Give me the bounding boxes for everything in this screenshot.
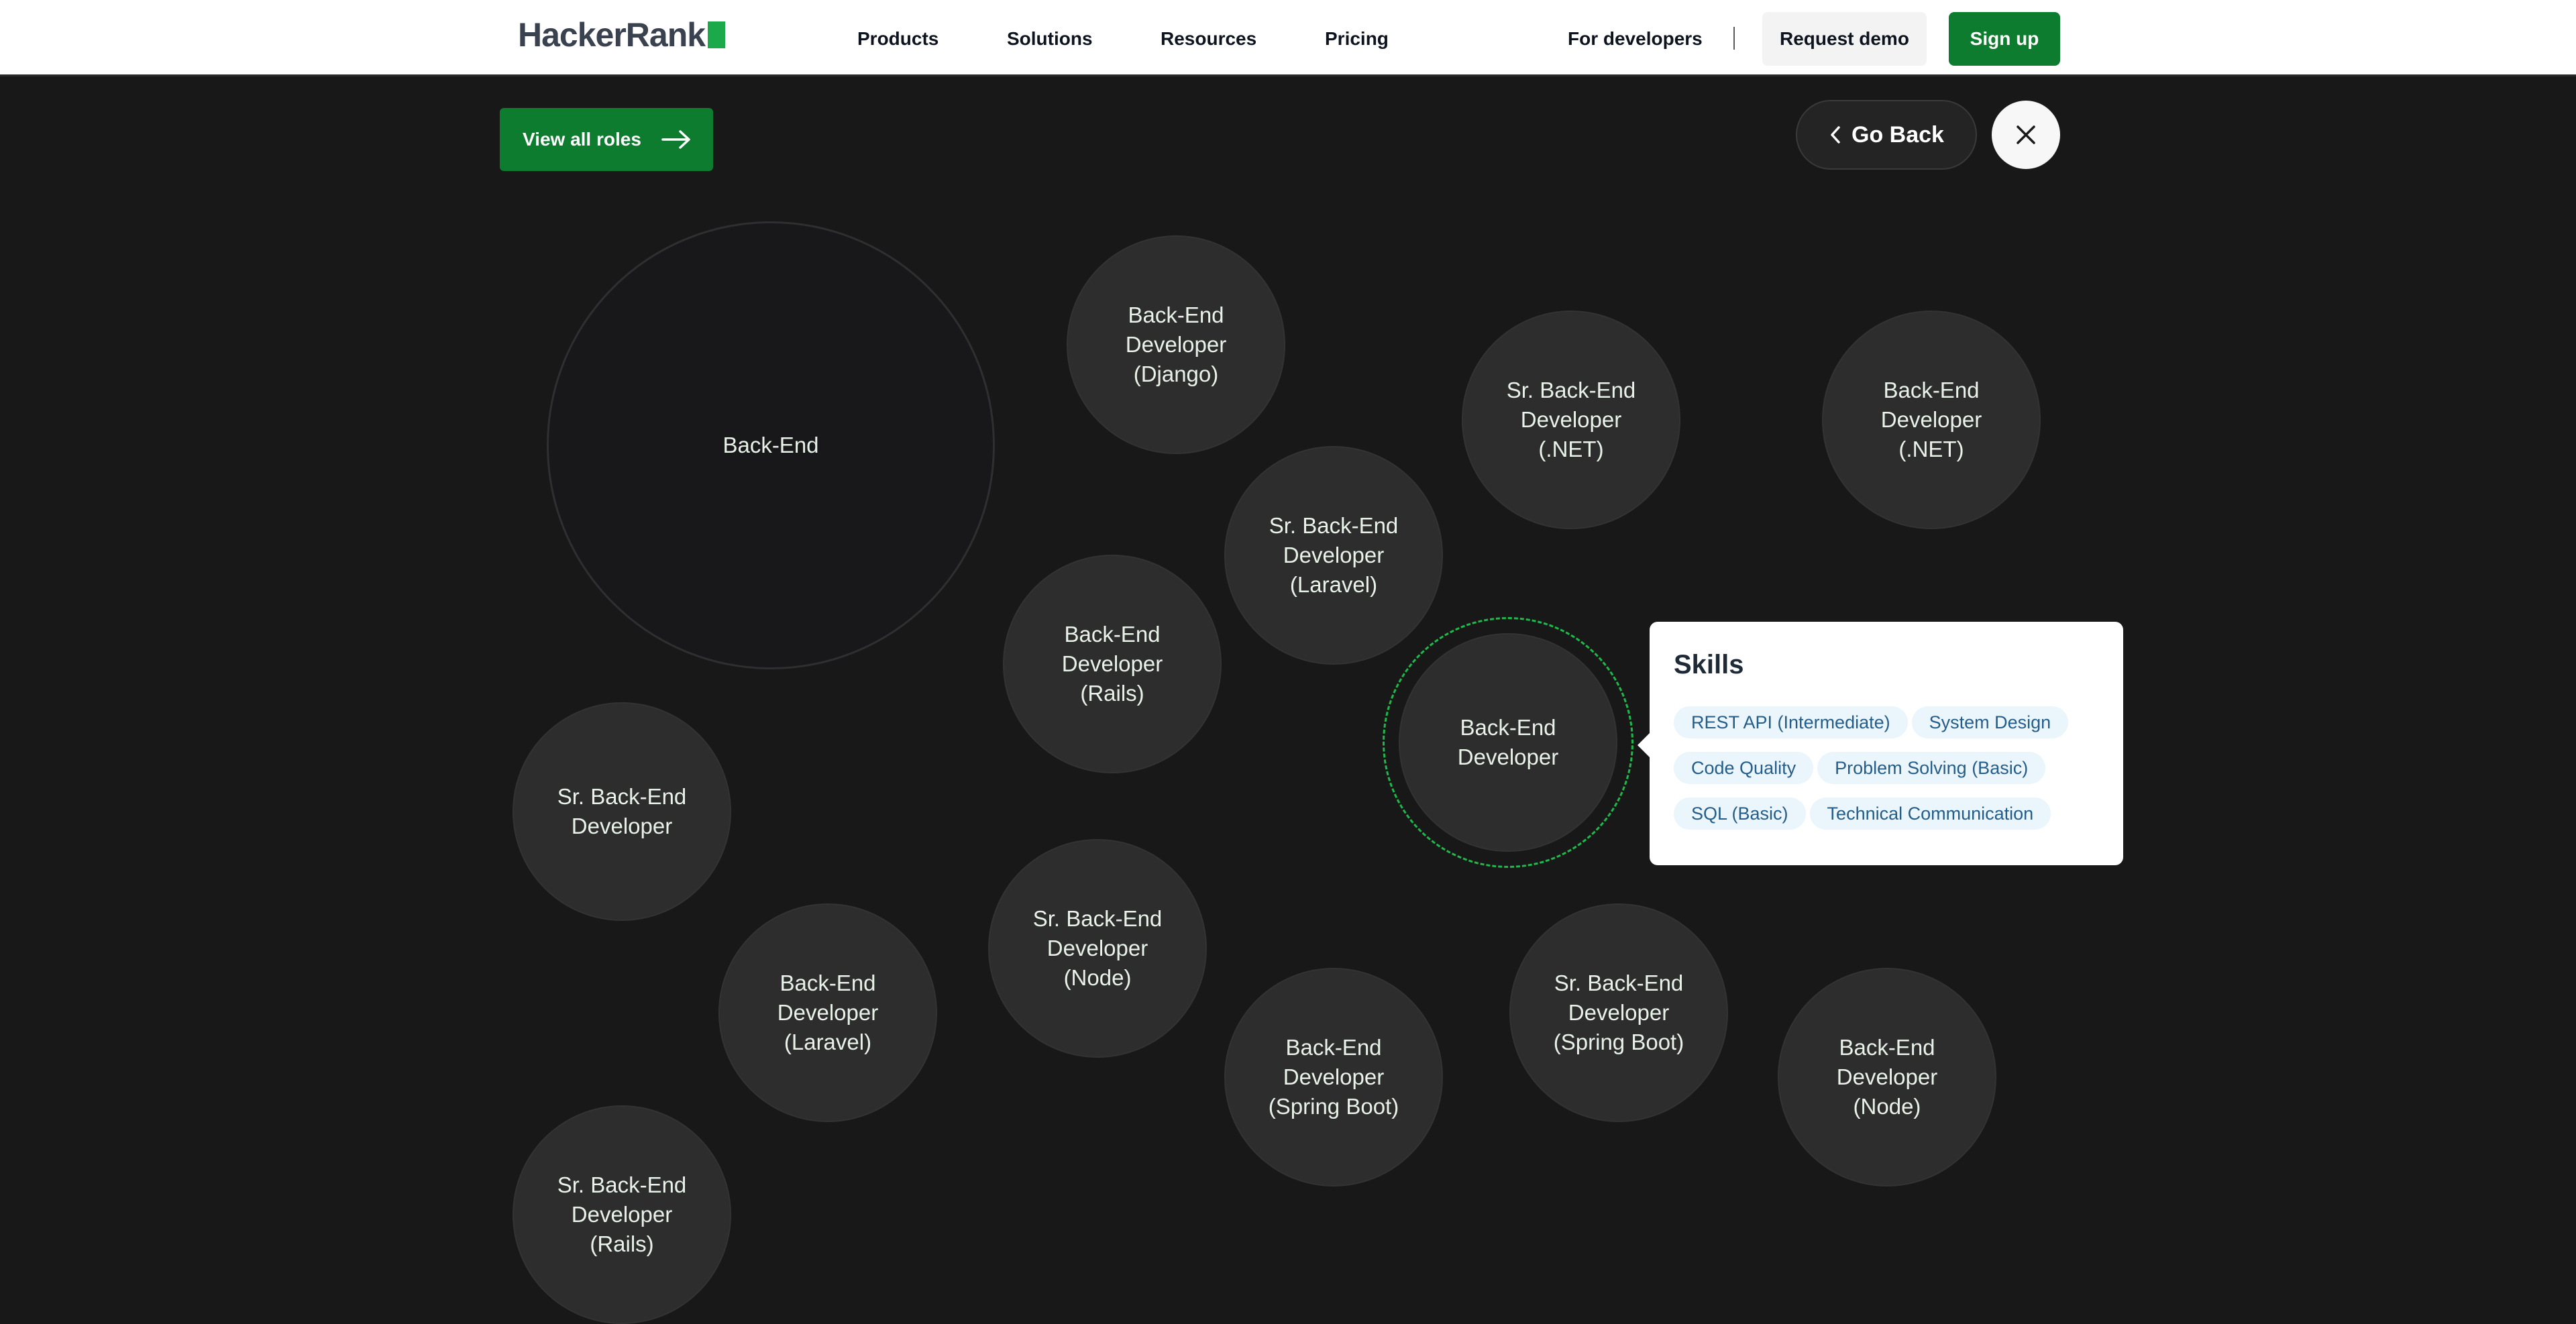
role-bubble-label: Sr. Back-End Developer (.NET) <box>1506 378 1636 461</box>
skill-chip: Problem Solving (Basic) <box>1817 752 2046 784</box>
nav-for-developers[interactable]: For developers <box>1568 25 1703 52</box>
role-bubble-selected[interactable]: Back-End Developer <box>1399 633 1617 852</box>
role-bubble[interactable]: Sr. Back-End Developer (Laravel) <box>1224 446 1443 665</box>
role-bubble-label: Sr. Back-End Developer (Laravel) <box>1269 513 1399 597</box>
go-back-button[interactable]: Go Back <box>1796 100 1977 170</box>
role-bubble[interactable]: Sr. Back-End Developer (Node) <box>988 839 1207 1058</box>
role-bubble[interactable]: Back-End Developer (Spring Boot) <box>1224 968 1443 1187</box>
nav-divider <box>1733 27 1735 50</box>
role-bubble[interactable]: Sr. Back-End Developer (.NET) <box>1462 311 1680 529</box>
role-bubble-label: Back-End Developer (Rails) <box>1061 622 1163 706</box>
role-bubble-label: Back-End <box>722 433 819 457</box>
go-back-label: Go Back <box>1851 121 1944 148</box>
nav-pricing[interactable]: Pricing <box>1325 25 1389 52</box>
hackerrank-logo[interactable]: HackerRank <box>518 16 726 54</box>
role-bubble-label: Back-End Developer (Spring Boot) <box>1268 1035 1399 1119</box>
nav-products[interactable]: Products <box>857 25 938 52</box>
skill-chip: System Design <box>1911 706 2069 738</box>
skills-list: REST API (Intermediate) System Design Code… <box>1674 706 2099 830</box>
role-bubble[interactable]: Back-End Developer (Node) <box>1778 968 1996 1187</box>
role-bubble[interactable]: Sr. Back-End Developer (Rails) <box>513 1105 731 1324</box>
top-navigation: HackerRank Products Solutions Resources … <box>0 0 2576 76</box>
role-bubble[interactable]: Sr. Back-End Developer (Spring Boot) <box>1509 903 1728 1122</box>
chevron-left-icon <box>1831 126 1840 144</box>
arrow-right-icon <box>661 130 690 149</box>
role-bubble-label: Back-End Developer (Django) <box>1125 302 1227 386</box>
role-bubble-label: Back-End Developer (.NET) <box>1880 378 1982 461</box>
logo-text: HackerRank <box>518 16 706 54</box>
skill-chip: REST API (Intermediate) <box>1674 706 1908 738</box>
view-all-roles-button[interactable]: View all roles <box>500 108 713 171</box>
skill-chip: Technical Communication <box>1809 797 2051 830</box>
role-category-bubble[interactable]: Back-End <box>547 221 995 669</box>
skills-popover: Skills REST API (Intermediate) System Des… <box>1638 622 2123 865</box>
request-demo-button[interactable]: Request demo <box>1762 12 1927 66</box>
view-all-roles-label: View all roles <box>523 129 641 150</box>
nav-solutions[interactable]: Solutions <box>1007 25 1093 52</box>
sign-up-button[interactable]: Sign up <box>1949 12 2060 66</box>
role-bubble-label: Back-End Developer (Laravel) <box>777 971 879 1054</box>
close-button[interactable] <box>1992 101 2060 169</box>
role-bubble-label: Back-End Developer (Node) <box>1836 1035 1938 1119</box>
logo-green-block-icon <box>708 21 726 48</box>
role-bubble-label: Back-End Developer <box>1457 715 1559 769</box>
role-bubble[interactable]: Sr. Back-End Developer <box>513 702 731 921</box>
role-bubble-label: Sr. Back-End Developer <box>557 784 687 838</box>
role-bubble[interactable]: Back-End Developer (.NET) <box>1822 311 2041 529</box>
skill-chip: Code Quality <box>1674 752 1814 784</box>
skill-chip: SQL (Basic) <box>1674 797 1806 830</box>
role-bubble[interactable]: Back-End Developer (Rails) <box>1003 555 1222 773</box>
role-bubble-label: Sr. Back-End Developer (Spring Boot) <box>1553 971 1684 1054</box>
close-icon <box>2017 125 2035 144</box>
role-bubble[interactable]: Back-End Developer (Django) <box>1067 235 1285 454</box>
role-bubble[interactable]: Back-End Developer (Laravel) <box>718 903 937 1122</box>
role-bubble-label: Sr. Back-End Developer (Rails) <box>557 1172 687 1256</box>
role-bubble-label: Sr. Back-End Developer (Node) <box>1032 906 1163 990</box>
nav-resources[interactable]: Resources <box>1161 25 1256 52</box>
skills-title: Skills <box>1674 650 1744 679</box>
